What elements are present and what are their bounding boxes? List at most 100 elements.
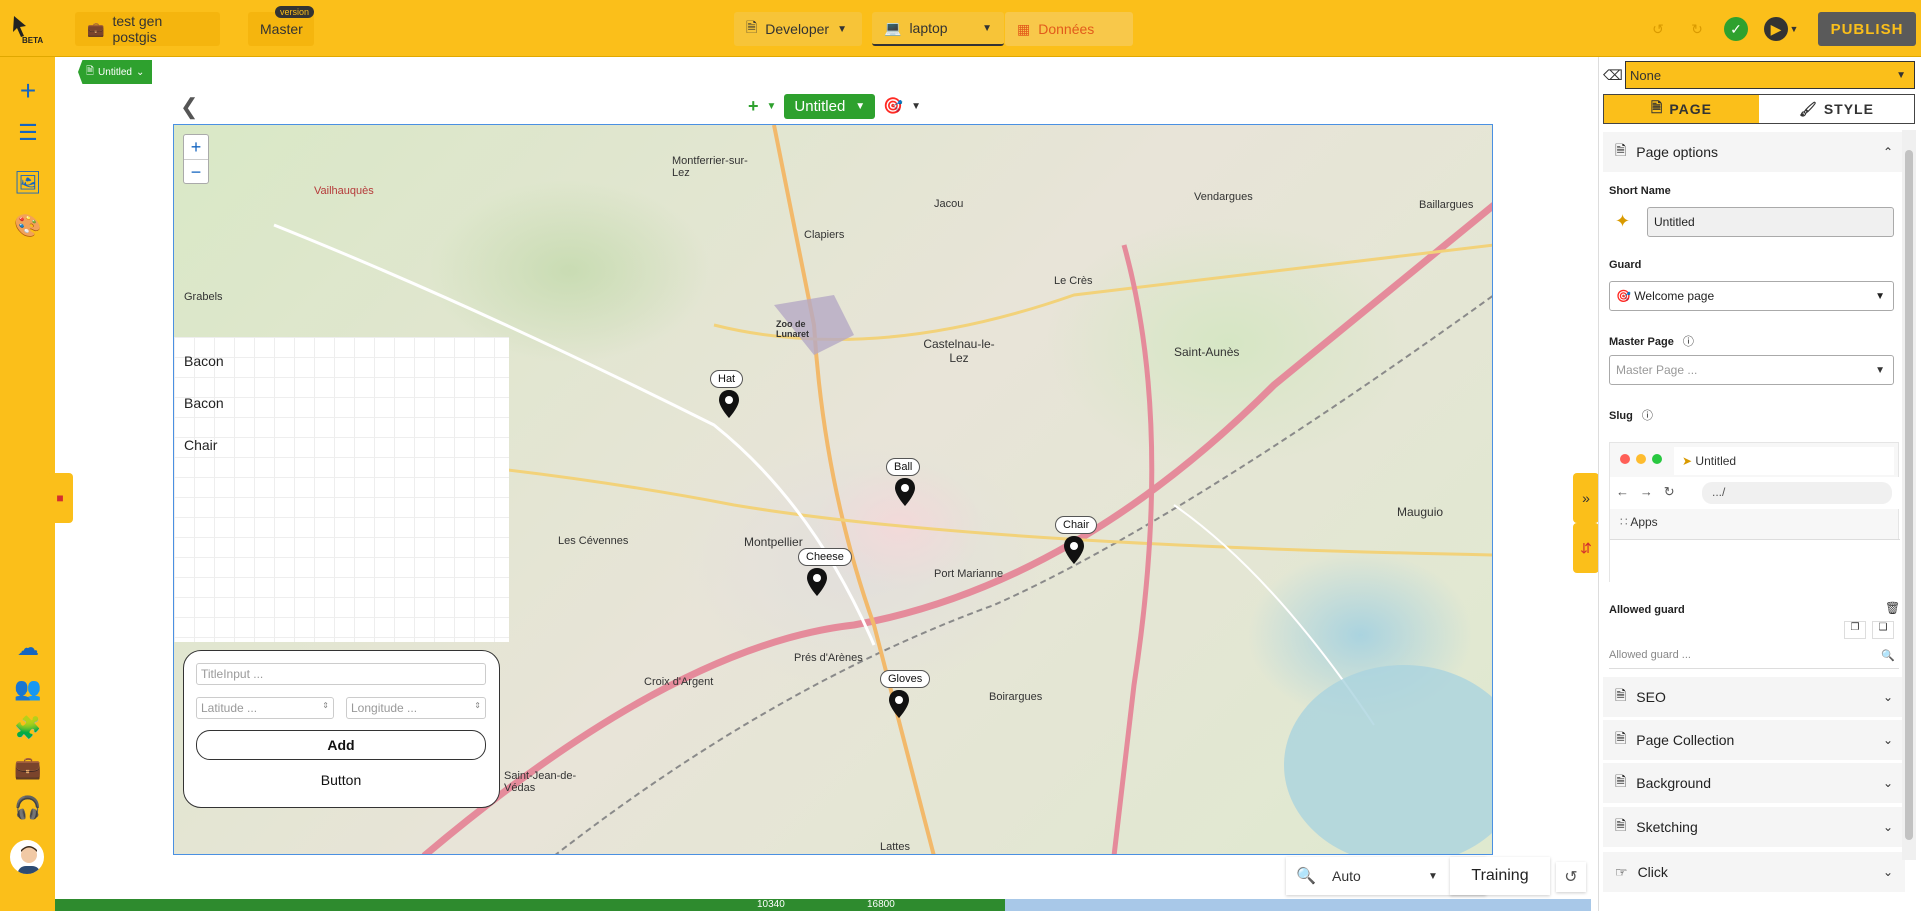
training-button[interactable]: Training (1450, 857, 1550, 895)
list-item[interactable]: Bacon (184, 353, 224, 369)
map-label: Saint-Aunès (1174, 345, 1240, 359)
section-background[interactable]: 🗎 Background ⌄ (1603, 763, 1905, 803)
undo-icon[interactable]: ↺ (1646, 17, 1670, 41)
chevron-down-icon[interactable]: ▼ (911, 101, 921, 112)
apps-grid-icon: ∷ (1620, 515, 1628, 529)
chevron-down-icon[interactable]: ▼ (767, 101, 777, 112)
zoom-out-icon[interactable]: − (184, 160, 208, 185)
panel-scrollbar[interactable] (1902, 130, 1916, 860)
search-icon[interactable]: 🔍 (1881, 649, 1895, 662)
chevron-down-icon: ⌄ (1882, 733, 1893, 747)
timeline-bar[interactable]: 10340 16800 (55, 899, 1591, 911)
section-page-options[interactable]: 🗎 Page options ⌃ (1603, 132, 1905, 172)
paste-icon[interactable]: ❑ (1872, 621, 1894, 639)
style-preset-value: None (1630, 68, 1662, 83)
tab-page[interactable]: 🗎 PAGE (1604, 95, 1759, 123)
help-icon[interactable]: ⓘ (1683, 336, 1694, 348)
section-sketching[interactable]: 🗎 Sketching ⌄ (1603, 807, 1905, 847)
slug-label-text: Slug (1609, 410, 1633, 422)
longitude-placeholder: Longitude ... (351, 701, 418, 715)
section-seo[interactable]: 🗎 SEO ⌄ (1603, 677, 1905, 717)
short-name-input[interactable]: Untitled (1647, 207, 1894, 237)
section-title: Sketching (1636, 819, 1698, 835)
chevron-down-icon[interactable]: ▼ (1788, 17, 1800, 41)
trash-icon[interactable]: 🗑 (1885, 601, 1900, 615)
zoom-in-icon[interactable]: + (184, 135, 208, 160)
map-label: Montferrier-sur-Lez (672, 155, 748, 179)
page-name-button[interactable]: Untitled ▼ (784, 93, 876, 119)
list-item[interactable]: Chair (184, 437, 217, 453)
list-icon[interactable]: ☰ (13, 119, 43, 147)
puzzle-icon[interactable]: 🧩 (13, 714, 43, 742)
tab-style[interactable]: 🖌 STYLE (1759, 95, 1914, 123)
scrollbar-thumb[interactable] (1905, 150, 1913, 840)
redo-icon[interactable]: ↻ (1685, 17, 1709, 41)
map-label: Montpellier (744, 535, 803, 549)
panel-tabs: 🗎 PAGE 🖌 STYLE (1603, 94, 1915, 124)
add-icon[interactable]: + (13, 75, 43, 106)
document-icon: 🗎 (1615, 687, 1627, 703)
title-input[interactable]: TitleInput ... (196, 663, 486, 685)
support-icon[interactable]: 🎧 (13, 794, 43, 822)
short-name-label: Short Name (1609, 185, 1671, 197)
slug-input[interactable]: .../ (1702, 482, 1892, 504)
properties-panel: ⌫ None ▼ 🗎 PAGE 🖌 STYLE 🗎 Page options ⌃… (1598, 57, 1921, 911)
app-logo[interactable]: BETA (10, 12, 50, 48)
window-max-dot (1652, 454, 1662, 464)
generic-button[interactable]: Button (196, 767, 486, 793)
zoom-out-icon[interactable]: 🔍 (1286, 866, 1326, 886)
slug-browser-preview: ➤ Untitled ← → ↻ .../ ∷ Apps (1609, 442, 1900, 583)
guard-select[interactable]: 🎯 Welcome page ▼ (1609, 281, 1894, 311)
role-select[interactable]: 🗎 Developer ▼ (734, 12, 862, 46)
avatar[interactable] (8, 838, 46, 876)
media-icon[interactable]: 🖼 (13, 169, 43, 197)
add-button[interactable]: Add (196, 730, 486, 760)
left-drawer-tab[interactable]: ■ (47, 473, 73, 523)
map-marker[interactable]: Chair (1055, 515, 1103, 569)
zoom-select[interactable]: Auto (1326, 868, 1428, 884)
copy-icon[interactable]: ❐ (1844, 621, 1866, 639)
help-icon[interactable]: ⓘ (1642, 410, 1653, 422)
device-select[interactable]: 💻 laptop ▼ (872, 12, 1004, 46)
stepper-icon[interactable]: ⇕ (474, 701, 481, 710)
bookmarks-bar: ∷ Apps (1620, 515, 1658, 529)
publish-button[interactable]: PUBLISH (1818, 12, 1916, 46)
document-icon: 🗎 (1615, 730, 1627, 746)
data-button[interactable]: ▦ Données (1005, 12, 1133, 46)
check-icon[interactable]: ✓ (1724, 17, 1748, 41)
version-badge: version (275, 6, 315, 18)
guard-icon[interactable]: 🎯 (883, 96, 903, 116)
map-marker[interactable]: Hat (710, 369, 758, 423)
map-marker[interactable]: Gloves (880, 669, 931, 723)
map-marker[interactable]: Cheese (798, 547, 852, 601)
list-item[interactable]: Bacon (184, 395, 224, 411)
map-label: Jacou (934, 198, 964, 210)
swap-icon[interactable]: ⇵ (1573, 523, 1599, 573)
expand-panel-icon[interactable]: » (1573, 473, 1599, 523)
history-icon[interactable]: ↺ (1556, 862, 1586, 892)
longitude-input[interactable]: Longitude ... ⇕ (346, 697, 486, 719)
master-page-label-text: Master Page (1609, 336, 1674, 348)
toolbox-icon[interactable]: 💼 (13, 754, 43, 782)
style-preset-select[interactable]: None ▼ (1625, 61, 1915, 89)
guard-value: Welcome page (1634, 289, 1715, 303)
users-icon[interactable]: 👥 (13, 675, 43, 703)
map-view[interactable]: + − Montferrier-sur-Lez Clapiers Jacou V… (173, 124, 1493, 855)
section-click[interactable]: ☞ Click ⌄ (1603, 852, 1905, 892)
stepper-icon[interactable]: ⇕ (322, 701, 329, 710)
map-marker[interactable]: Ball (886, 457, 934, 511)
chevron-down-icon[interactable]: ▼ (1428, 871, 1446, 882)
palette-icon[interactable]: 🎨 (13, 212, 43, 240)
play-icon[interactable]: ▶ (1764, 17, 1788, 41)
latitude-input[interactable]: Latitude ... ⇕ (196, 697, 334, 719)
cloud-upload-icon[interactable]: ☁ (13, 634, 43, 662)
allowed-guard-input[interactable]: Allowed guard ... 🔍 (1609, 645, 1899, 669)
project-button[interactable]: 💼 test gen postgis (75, 12, 220, 46)
add-page-icon[interactable]: + (748, 96, 759, 117)
marker-label: Cheese (798, 548, 852, 566)
section-page-collection[interactable]: 🗎 Page Collection ⌄ (1603, 720, 1905, 760)
eraser-icon[interactable]: ⌫ (1603, 67, 1623, 84)
master-page-select[interactable]: Master Page ... ▼ (1609, 355, 1894, 385)
page-chip[interactable]: 🗎 Untitled ⌄ (78, 60, 153, 84)
back-arrow-icon[interactable]: ❮ (180, 94, 198, 120)
